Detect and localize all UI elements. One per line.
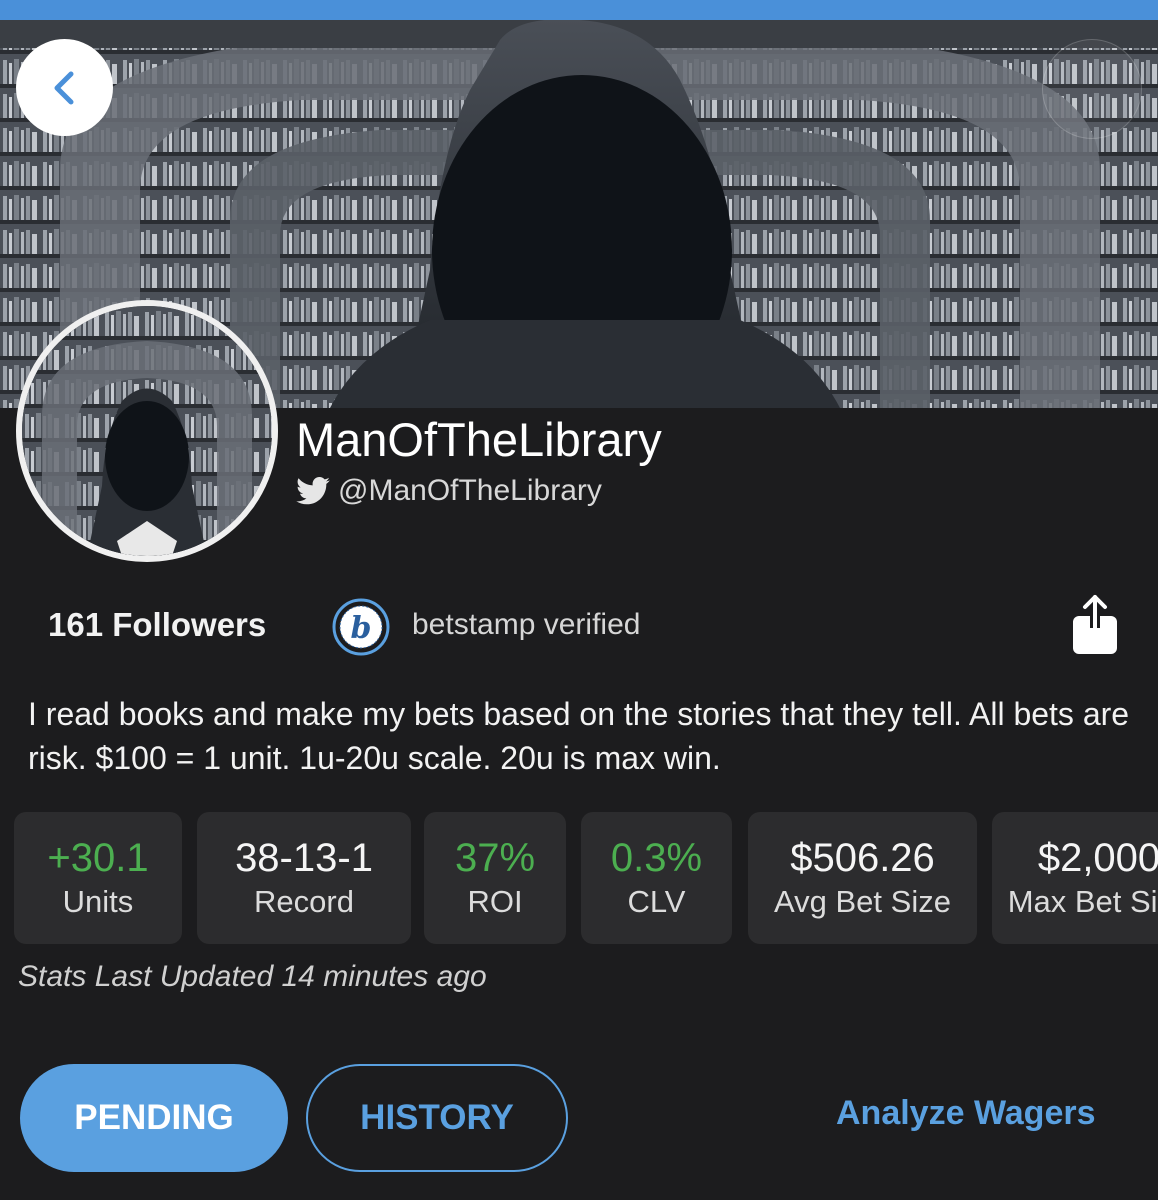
share-button[interactable] <box>1070 594 1120 656</box>
stat-label: Units <box>62 884 134 919</box>
chevron-left-icon <box>54 71 73 104</box>
betstamp-b-icon: b <box>332 598 390 656</box>
svg-text:b: b <box>351 611 372 646</box>
twitter-handle-row[interactable]: @ManOfTheLibrary <box>296 472 602 510</box>
stat-label: ROI <box>467 884 523 919</box>
stat-value: 38-13-1 <box>235 836 373 880</box>
stat-card-max-bet-size: $2,000 Max Bet Size <box>992 812 1158 944</box>
stat-label: Max Bet Size <box>1007 884 1158 919</box>
stat-label: Record <box>254 884 354 919</box>
back-button[interactable] <box>16 39 113 136</box>
twitter-bird-icon <box>296 477 330 505</box>
stat-label: Avg Bet Size <box>774 884 951 919</box>
stat-value: +30.1 <box>47 836 149 880</box>
stat-card-units: +30.1 Units <box>14 812 182 944</box>
tab-history[interactable]: HISTORY <box>306 1064 568 1172</box>
stat-value: 37% <box>454 836 536 880</box>
stat-card-clv: 0.3% CLV <box>581 812 732 944</box>
verified-label: betstamp verified <box>412 608 641 641</box>
stats-updated-text: Stats Last Updated 14 minutes ago <box>18 960 487 993</box>
stat-card-avg-bet-size: $506.26 Avg Bet Size <box>748 812 977 944</box>
stat-card-record: 38-13-1 Record <box>197 812 411 944</box>
share-icon <box>1073 595 1117 654</box>
profile-bio: I read books and make my bets based on t… <box>28 696 1130 776</box>
top-accent-bar <box>0 0 1158 20</box>
twitter-handle: @ManOfTheLibrary <box>338 474 602 507</box>
tab-pending[interactable]: PENDING <box>20 1064 288 1172</box>
banner-overlay-button[interactable] <box>1042 39 1142 139</box>
stat-value: $506.26 <box>790 836 935 880</box>
stat-card-roi: 37% ROI <box>424 812 566 944</box>
stat-value: $2,000 <box>1037 836 1158 880</box>
followers-count[interactable]: 161 Followers <box>48 606 266 644</box>
stat-value: 0.3% <box>610 836 703 880</box>
analyze-wagers-link[interactable]: Analyze Wagers <box>836 1094 1096 1133</box>
stat-label: CLV <box>627 884 686 919</box>
avatar <box>16 300 278 562</box>
stats-row[interactable]: +30.1 Units 38-13-1 Record 37% ROI 0.3% … <box>14 812 1158 944</box>
display-name: ManOfTheLibrary <box>296 413 662 466</box>
